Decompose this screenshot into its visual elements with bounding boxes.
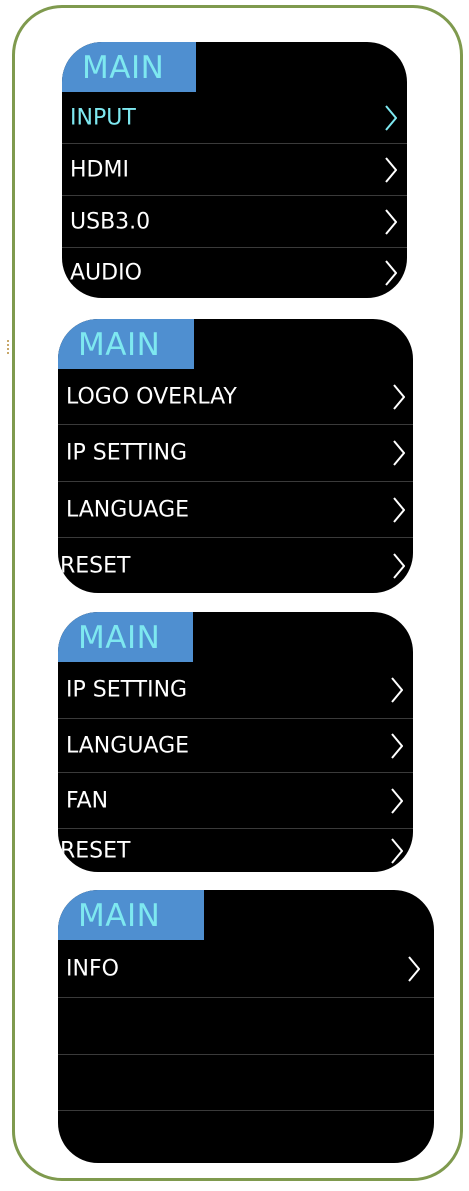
- menu-item-reset[interactable]: RESET: [58, 537, 413, 593]
- screen-header: MAIN: [58, 319, 413, 369]
- chevron-right-icon: [391, 732, 403, 759]
- menu-item-label: INPUT: [70, 105, 136, 130]
- main-tab: MAIN: [58, 612, 193, 662]
- menu-item-ip-setting[interactable]: IP SETTING: [58, 662, 413, 718]
- menu-item-usb[interactable]: USB3.0: [62, 195, 407, 247]
- main-tab: MAIN: [58, 319, 194, 369]
- menu-item-language[interactable]: LANGUAGE: [58, 718, 413, 772]
- menu-item-empty: [58, 1054, 434, 1110]
- menu-item-logo-overlay[interactable]: LOGO OVERLAY: [58, 369, 413, 424]
- screen-header: MAIN: [58, 890, 434, 940]
- menu-item-info[interactable]: INFO: [58, 940, 434, 997]
- menu-item-label: USB3.0: [70, 209, 151, 234]
- menu-item-empty: [58, 997, 434, 1054]
- menu-list: INPUT HDMI USB3.0 AUDIO: [62, 92, 407, 298]
- chevron-right-icon: [391, 677, 403, 703]
- menu-item-fan[interactable]: FAN: [58, 772, 413, 828]
- menu-list: LOGO OVERLAY IP SETTING LANGUAGE RESET: [58, 369, 413, 593]
- chevron-right-icon: [391, 837, 403, 864]
- menu-item-label: AUDIO: [70, 260, 142, 286]
- menu-item-label: LANGUAGE: [66, 733, 190, 758]
- menu-screen-2: MAIN LOGO OVERLAY IP SETTING LANGUAGE RE…: [58, 319, 413, 593]
- chevron-right-icon: [393, 552, 405, 579]
- main-tab: MAIN: [62, 42, 196, 92]
- side-dotted-mark: [7, 340, 11, 354]
- chevron-right-icon: [385, 208, 397, 235]
- menu-screen-3: MAIN IP SETTING LANGUAGE FAN RESET: [58, 612, 413, 872]
- screen-header: MAIN: [62, 42, 407, 92]
- menu-screen-4: MAIN INFO: [58, 890, 434, 1163]
- menu-item-label: LOGO OVERLAY: [66, 384, 237, 409]
- main-tab: MAIN: [58, 890, 204, 940]
- menu-list: IP SETTING LANGUAGE FAN RESET: [58, 662, 413, 872]
- chevron-right-icon: [391, 787, 403, 814]
- chevron-right-icon: [385, 260, 397, 286]
- menu-item-audio[interactable]: AUDIO: [62, 247, 407, 298]
- chevron-right-icon: [385, 104, 397, 131]
- menu-screen-1: MAIN INPUT HDMI USB3.0 AUDIO: [62, 42, 407, 298]
- menu-list: INFO: [58, 940, 434, 1163]
- chevron-right-icon: [393, 496, 405, 523]
- menu-item-reset[interactable]: RESET: [58, 828, 413, 872]
- chevron-right-icon: [408, 955, 420, 982]
- chevron-right-icon: [385, 156, 397, 183]
- menu-item-label: RESET: [60, 838, 131, 863]
- menu-item-label: LANGUAGE: [66, 497, 190, 522]
- menu-item-input[interactable]: INPUT: [62, 92, 407, 143]
- screen-header: MAIN: [58, 612, 413, 662]
- menu-item-empty: [58, 1110, 434, 1163]
- menu-item-label: RESET: [60, 553, 131, 578]
- menu-item-label: INFO: [66, 956, 119, 981]
- menu-item-hdmi[interactable]: HDMI: [62, 143, 407, 195]
- menu-item-label: IP SETTING: [66, 677, 188, 703]
- chevron-right-icon: [393, 440, 405, 466]
- menu-item-label: IP SETTING: [66, 440, 188, 466]
- menu-item-language[interactable]: LANGUAGE: [58, 481, 413, 537]
- menu-item-ip-setting[interactable]: IP SETTING: [58, 424, 413, 481]
- chevron-right-icon: [393, 383, 405, 410]
- menu-item-label: HDMI: [70, 157, 129, 182]
- menu-item-label: FAN: [66, 788, 109, 813]
